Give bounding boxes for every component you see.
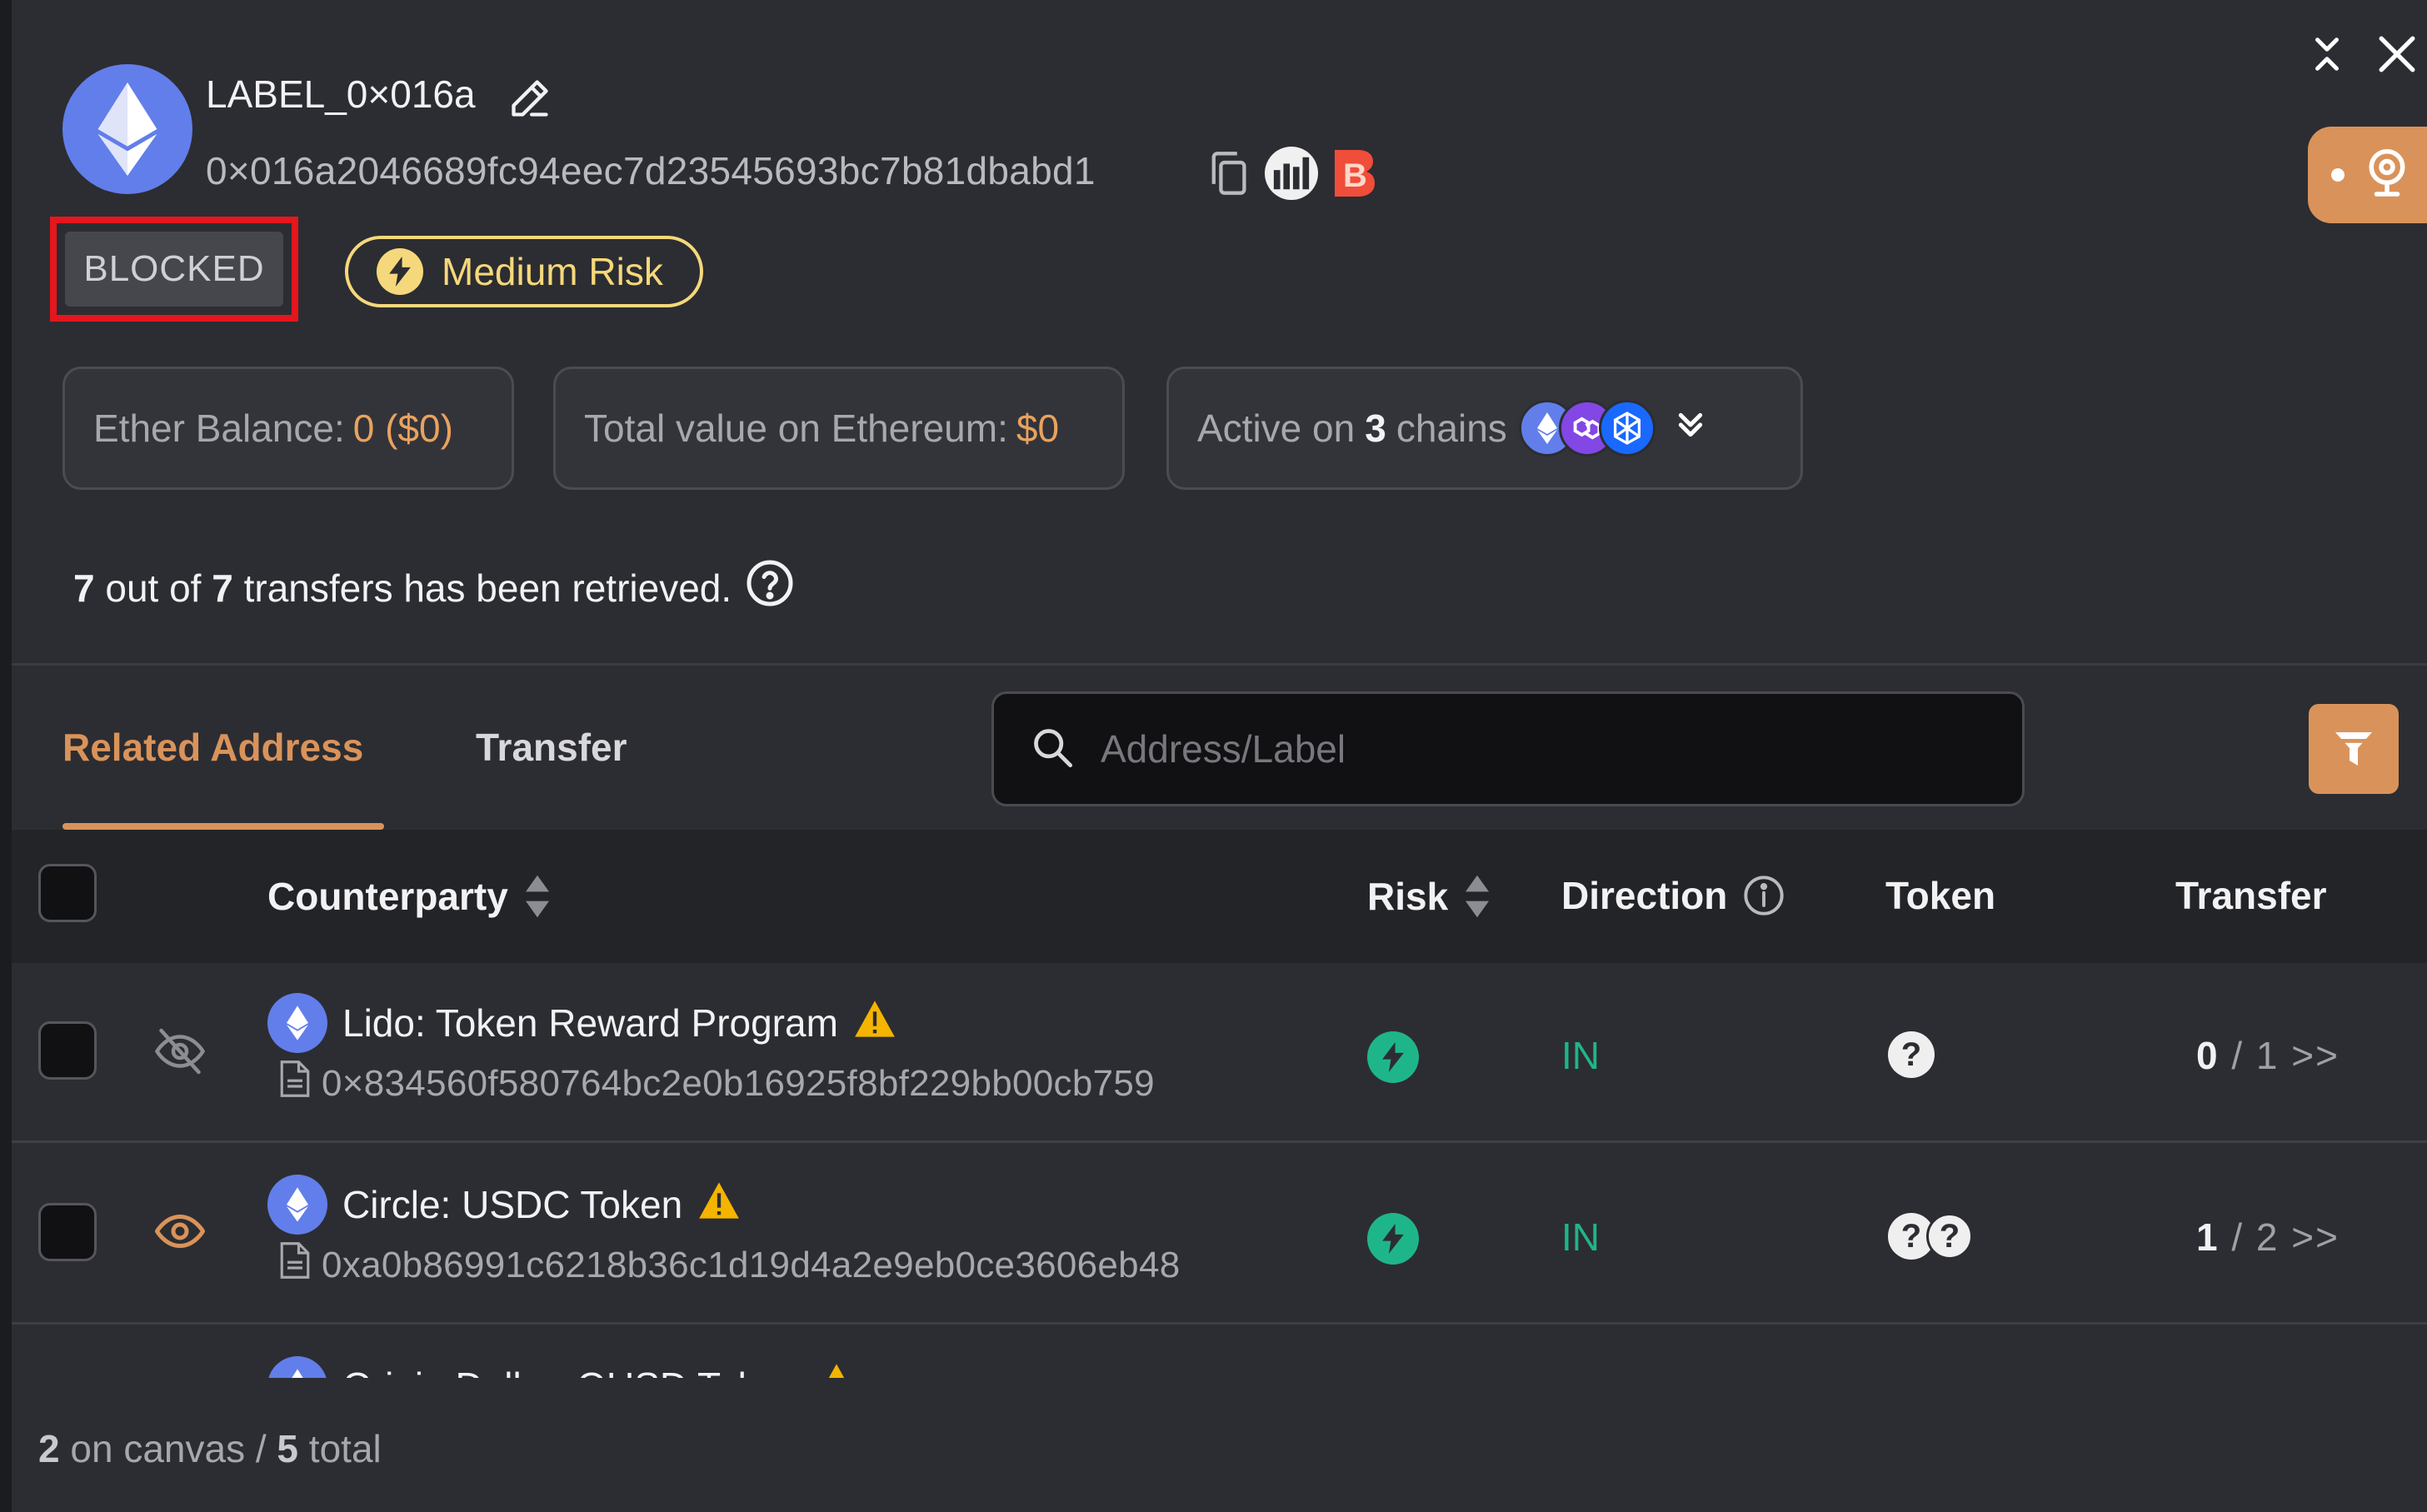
tab-transfer[interactable]: Transfer [476,725,627,770]
chain-icons [1518,400,1655,457]
medium-risk-badge: Medium Risk [345,236,703,307]
svg-text:B: B [1343,157,1367,194]
table-row[interactable]: Circle: USDC Token 0xa0b86991c6218b36c1d… [12,1145,2427,1325]
copy-icon[interactable] [1206,150,1250,197]
search-input[interactable] [1101,726,1934,771]
unknown-token-icon: ? [1926,1213,1973,1260]
total-value-label: Total value on Ethereum: [584,407,1008,450]
unknown-token-icon: ? [1888,1031,1935,1078]
explorer-b-icon[interactable]: B [1328,147,1380,200]
header-counterparty[interactable]: Counterparty [267,873,552,920]
help-icon[interactable] [745,558,795,617]
risk-label: Medium Risk [442,250,663,293]
table-row-partial: Origin Dollar: OUSD Token [12,1326,2427,1378]
edit-pencil-icon[interactable] [508,77,552,120]
warning-icon [697,1180,741,1230]
retrieved-status: 7 out of 7 transfers has been retrieved. [73,558,795,617]
active-tab-underline [62,823,384,830]
active-prefix: Active on [1197,407,1356,450]
counterparty-label[interactable]: Origin Dollar: OUSD Token [342,1364,800,1378]
contract-document-icon [280,1060,310,1107]
eye-icon[interactable] [154,1211,206,1255]
ether-balance-value: 0 ($0) [352,407,453,450]
warning-icon [853,999,896,1048]
contract-document-icon [280,1241,310,1289]
retrieved-count: 7 [73,566,95,610]
ethereum-icon [267,993,327,1053]
header-risk[interactable]: Risk [1367,873,1491,920]
blocked-tag: BLOCKED [65,232,283,307]
table-row[interactable]: Lido: Token Reward Program 0×834560f5807… [12,963,2427,1143]
analytics-chart-icon[interactable] [1265,147,1318,200]
search-box [991,691,2025,806]
lightning-icon [377,248,423,295]
counterparty-address: 0×834560f580764bc2e0b16925f8bf229bb00cb7… [280,1060,1155,1107]
address-label-title: LABEL_0×016a [206,72,476,116]
header-token: Token [1885,874,1996,917]
token-icons: ? [1888,1031,1935,1078]
canvas-summary: 2 on canvas / 5 total [38,1427,382,1470]
ethereum-avatar-icon [62,64,192,194]
active-chain-count: 3 [1365,407,1386,450]
address-detail-panel: LABEL_0×016a 0×016a2046689fc94eec7d23545… [12,0,2427,1512]
direction-value: IN [1561,1215,1600,1259]
row-checkbox[interactable] [38,1021,97,1080]
sort-icon [525,875,549,918]
ethereum-icon [267,1175,327,1235]
close-icon[interactable] [2376,33,2418,75]
header-direction: Direction [1561,873,1785,918]
counterparty-label[interactable]: Circle: USDC Token [342,1182,682,1227]
transfer-count[interactable]: 1 / 2 >> [2196,1215,2340,1260]
counterparty-name: Origin Dollar: OUSD Token [267,1356,858,1378]
active-chains-card[interactable]: Active on 3 chains [1166,367,1803,490]
retrieved-middle: out of [105,566,202,610]
filter-icon [2335,732,2372,766]
counterparty-name: Lido: Token Reward Program [267,993,896,1053]
wallet-address: 0×016a2046689fc94eec7d23545693bc7b81dbab… [206,149,1096,192]
side-tab-button[interactable] [2308,127,2427,223]
total-value-card: Total value on Ethereum: $0 [553,367,1125,490]
ether-balance-label: Ether Balance: [93,407,345,450]
header-transfer: Transfer [2175,874,2327,917]
row-checkbox[interactable] [38,1203,97,1261]
total-value-amount: $0 [1016,407,1060,450]
dot-indicator [2331,168,2345,182]
eye-off-icon[interactable] [154,1028,206,1079]
tab-related-address[interactable]: Related Address [62,725,363,770]
filter-button[interactable] [2309,704,2399,794]
risk-lightning-icon [1367,1031,1419,1083]
risk-lightning-icon [1367,1213,1419,1265]
ether-balance-card: Ether Balance: 0 ($0) [62,367,514,490]
retrieved-total: 7 [212,566,233,610]
counterparty-label[interactable]: Lido: Token Reward Program [342,1001,838,1045]
expand-chevrons-icon[interactable] [1674,406,1707,451]
direction-value: IN [1561,1034,1600,1077]
fantom-chain-icon [1598,400,1655,457]
token-icons: ? ? [1888,1213,1973,1260]
retrieved-suffix: transfers has been retrieved. [243,566,732,610]
transfer-count[interactable]: 0 / 1 >> [2196,1033,2340,1078]
webcam-icon [2366,148,2408,202]
info-icon[interactable] [1742,874,1785,917]
warning-icon [815,1362,858,1378]
active-suffix: chains [1396,407,1507,450]
ethereum-icon [267,1356,327,1378]
search-icon [1031,726,1074,773]
select-all-checkbox[interactable] [38,864,97,922]
sort-icon [1466,875,1490,918]
counterparty-name: Circle: USDC Token [267,1175,741,1235]
section-divider [12,663,2427,666]
counterparty-address: 0xa0b86991c6218b36c1d19d4a2e9eb0ce3606eb… [280,1241,1181,1289]
collapse-icon[interactable] [2308,35,2346,73]
